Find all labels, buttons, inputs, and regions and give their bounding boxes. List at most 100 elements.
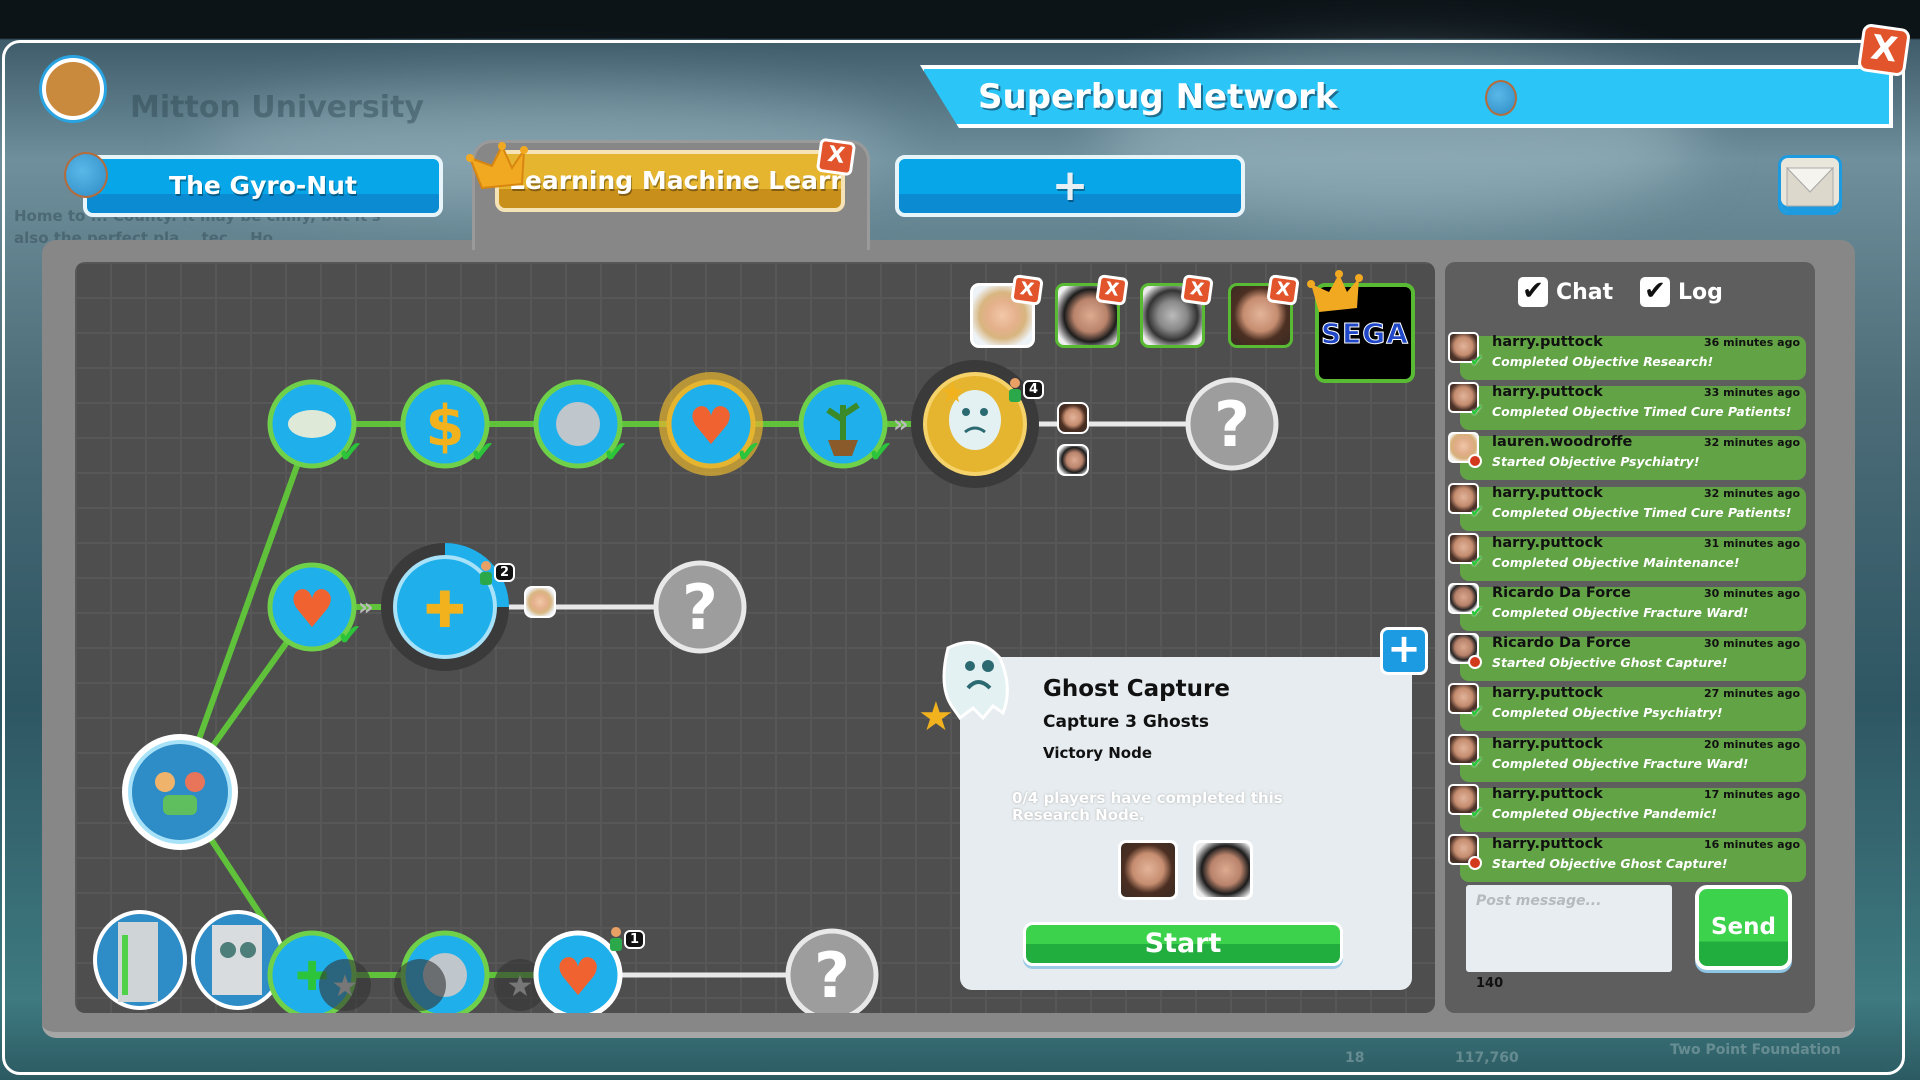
node-puzzle-in-progress[interactable]: ✚ [381,543,509,671]
message-time: 30 minutes ago [1704,637,1800,651]
player-avatar-small [1057,402,1089,434]
node-research[interactable]: ✔ [267,379,363,470]
node-locked[interactable]: ★ [394,930,546,1013]
popup-subtitle: Capture 3 Ghosts [1043,712,1210,732]
svg-text:✔: ✔ [470,435,495,470]
log-message: lauren.woodroffe 32 minutes ago Started Ob… [1448,432,1806,481]
message-text: Completed Objective Timed Cure Patients! [1492,404,1792,420]
tab-learning-machine-learning[interactable]: Learning Machine Learning [495,150,845,212]
svg-text:?: ? [682,571,718,644]
svg-text:$: $ [426,394,465,459]
cooling-unit-icon[interactable] [191,910,285,1010]
remove-player-button[interactable]: X [1095,274,1129,306]
checkbox-icon[interactable]: ✔ [1518,277,1548,307]
player-avatar-small [1057,444,1089,476]
message-author: Ricardo Da Force [1492,635,1631,652]
ghost-icon: ★ [918,640,1009,738]
check-icon: ✔ [1470,551,1484,571]
message-text: Completed Objective Timed Cure Patients! [1492,504,1792,520]
message-author: harry.puttock [1492,785,1603,802]
message-author: Ricardo Da Force [1492,585,1631,601]
log-message: ✔ harry.puttock 36 minutes ago Completed Ob… [1448,332,1806,380]
message-text: Completed Objective Maintenance! [1492,554,1740,570]
message-text: Completed Objective Pandemic! [1492,805,1717,821]
checkbox-icon[interactable]: ✔ [1640,277,1670,307]
message-time: 36 minutes ago [1704,336,1800,349]
svg-text:♥: ♥ [555,948,602,1008]
node-root-multiplayer[interactable] [122,734,238,850]
start-button[interactable]: Start [1023,922,1343,966]
node-unknown[interactable]: ? [1185,377,1279,471]
post-message-input[interactable]: Post message... [1466,885,1672,972]
check-icon: ✔ [1470,702,1484,722]
node-unknown[interactable]: ? [653,560,747,654]
svg-text:»: » [358,593,374,621]
mail-icon[interactable] [1778,155,1842,215]
message-text: Started Objective Psychiatry! [1492,454,1700,470]
node-money[interactable]: $ ✔ [400,379,495,470]
character-count: 140 [1476,976,1504,991]
node-locked[interactable]: ✚ ★ [267,930,371,1013]
svg-text:★: ★ [940,376,965,409]
svg-text:★: ★ [332,969,359,1004]
crown-icon [466,142,528,190]
check-icon: ✔ [1470,351,1484,370]
globe-icon [1485,80,1517,116]
svg-text:✔: ✔ [337,618,362,653]
check-icon: ✔ [1470,802,1484,822]
svg-text:?: ? [1214,388,1250,461]
message-text: Completed Objective Psychiatry! [1492,705,1723,721]
message-time: 30 minutes ago [1704,587,1800,600]
message-time: 20 minutes ago [1704,737,1800,751]
hospital-couch-icon[interactable] [42,58,104,120]
message-time: 17 minutes ago [1704,787,1800,801]
log-message: ✔ harry.puttock 32 minutes ago Completed Ob… [1448,482,1806,531]
message-author: harry.puttock [1492,334,1603,350]
message-text: Completed Objective Fracture Ward! [1492,755,1749,771]
server-room-icon[interactable] [93,910,187,1010]
window-title: Superbug Network [978,77,1338,117]
check-icon: ✔ [1470,501,1484,521]
log-message: harry.puttock 16 minutes ago Started Objec… [1448,834,1806,882]
log-toggle[interactable]: ✔ Log [1640,277,1723,307]
svg-text:✔: ✔ [868,435,893,470]
message-text: Completed Objective Research! [1492,354,1714,369]
close-tab-button[interactable]: X [815,137,857,177]
node-heart-gold[interactable]: ♥ ✔ [659,372,763,476]
svg-text:✚: ✚ [424,581,466,639]
chat-toggle[interactable]: ✔ Chat [1518,277,1613,307]
tab-the-gyro-nut[interactable]: The Gyro-Nut [83,155,443,217]
svg-text:★: ★ [918,694,954,738]
remove-player-button[interactable]: X [1266,274,1300,306]
svg-text:♥: ♥ [289,580,336,640]
message-time: 16 minutes ago [1704,838,1800,851]
close-button[interactable]: X [1856,22,1912,78]
svg-text:★: ★ [507,969,534,1004]
globe-icon [64,152,108,198]
node-maintenance[interactable]: ✔ [533,379,628,470]
log-message: ✔ harry.puttock 31 minutes ago Completed Ob… [1448,532,1806,581]
add-button[interactable]: + [1380,627,1428,675]
log-message: ✔ harry.puttock 17 minutes ago Completed Ob… [1448,783,1806,832]
node-heart[interactable]: ♥ ✔ [267,562,362,653]
message-author: harry.puttock [1492,384,1603,401]
node-unknown[interactable]: ? [785,928,879,1013]
svg-text:?: ? [814,939,850,1012]
message-time: 32 minutes ago [1704,486,1800,500]
node-heart-bottom[interactable]: ♥ [533,930,623,1013]
remove-player-button[interactable]: X [1180,274,1214,306]
message-time: 31 minutes ago [1704,536,1800,550]
node-plant[interactable]: ✔ [798,379,893,470]
log-message: ✔ harry.puttock 33 minutes ago Completed Ob… [1448,382,1806,431]
message-author: lauren.woodroffe [1492,434,1633,451]
player-count-badge: 4 [1023,380,1045,399]
add-tab-button[interactable]: + [895,155,1245,217]
svg-text:✔: ✔ [603,435,628,470]
send-button[interactable]: Send [1695,885,1792,970]
player-count-icon [1009,378,1021,402]
log-message: ✔ harry.puttock 20 minutes ago Completed Ob… [1448,733,1806,782]
player-avatar [1193,840,1253,900]
node-ghost-capture-victory[interactable]: ★ [911,360,1039,488]
remove-player-button[interactable]: X [1010,274,1044,306]
message-author: harry.puttock [1492,534,1603,551]
